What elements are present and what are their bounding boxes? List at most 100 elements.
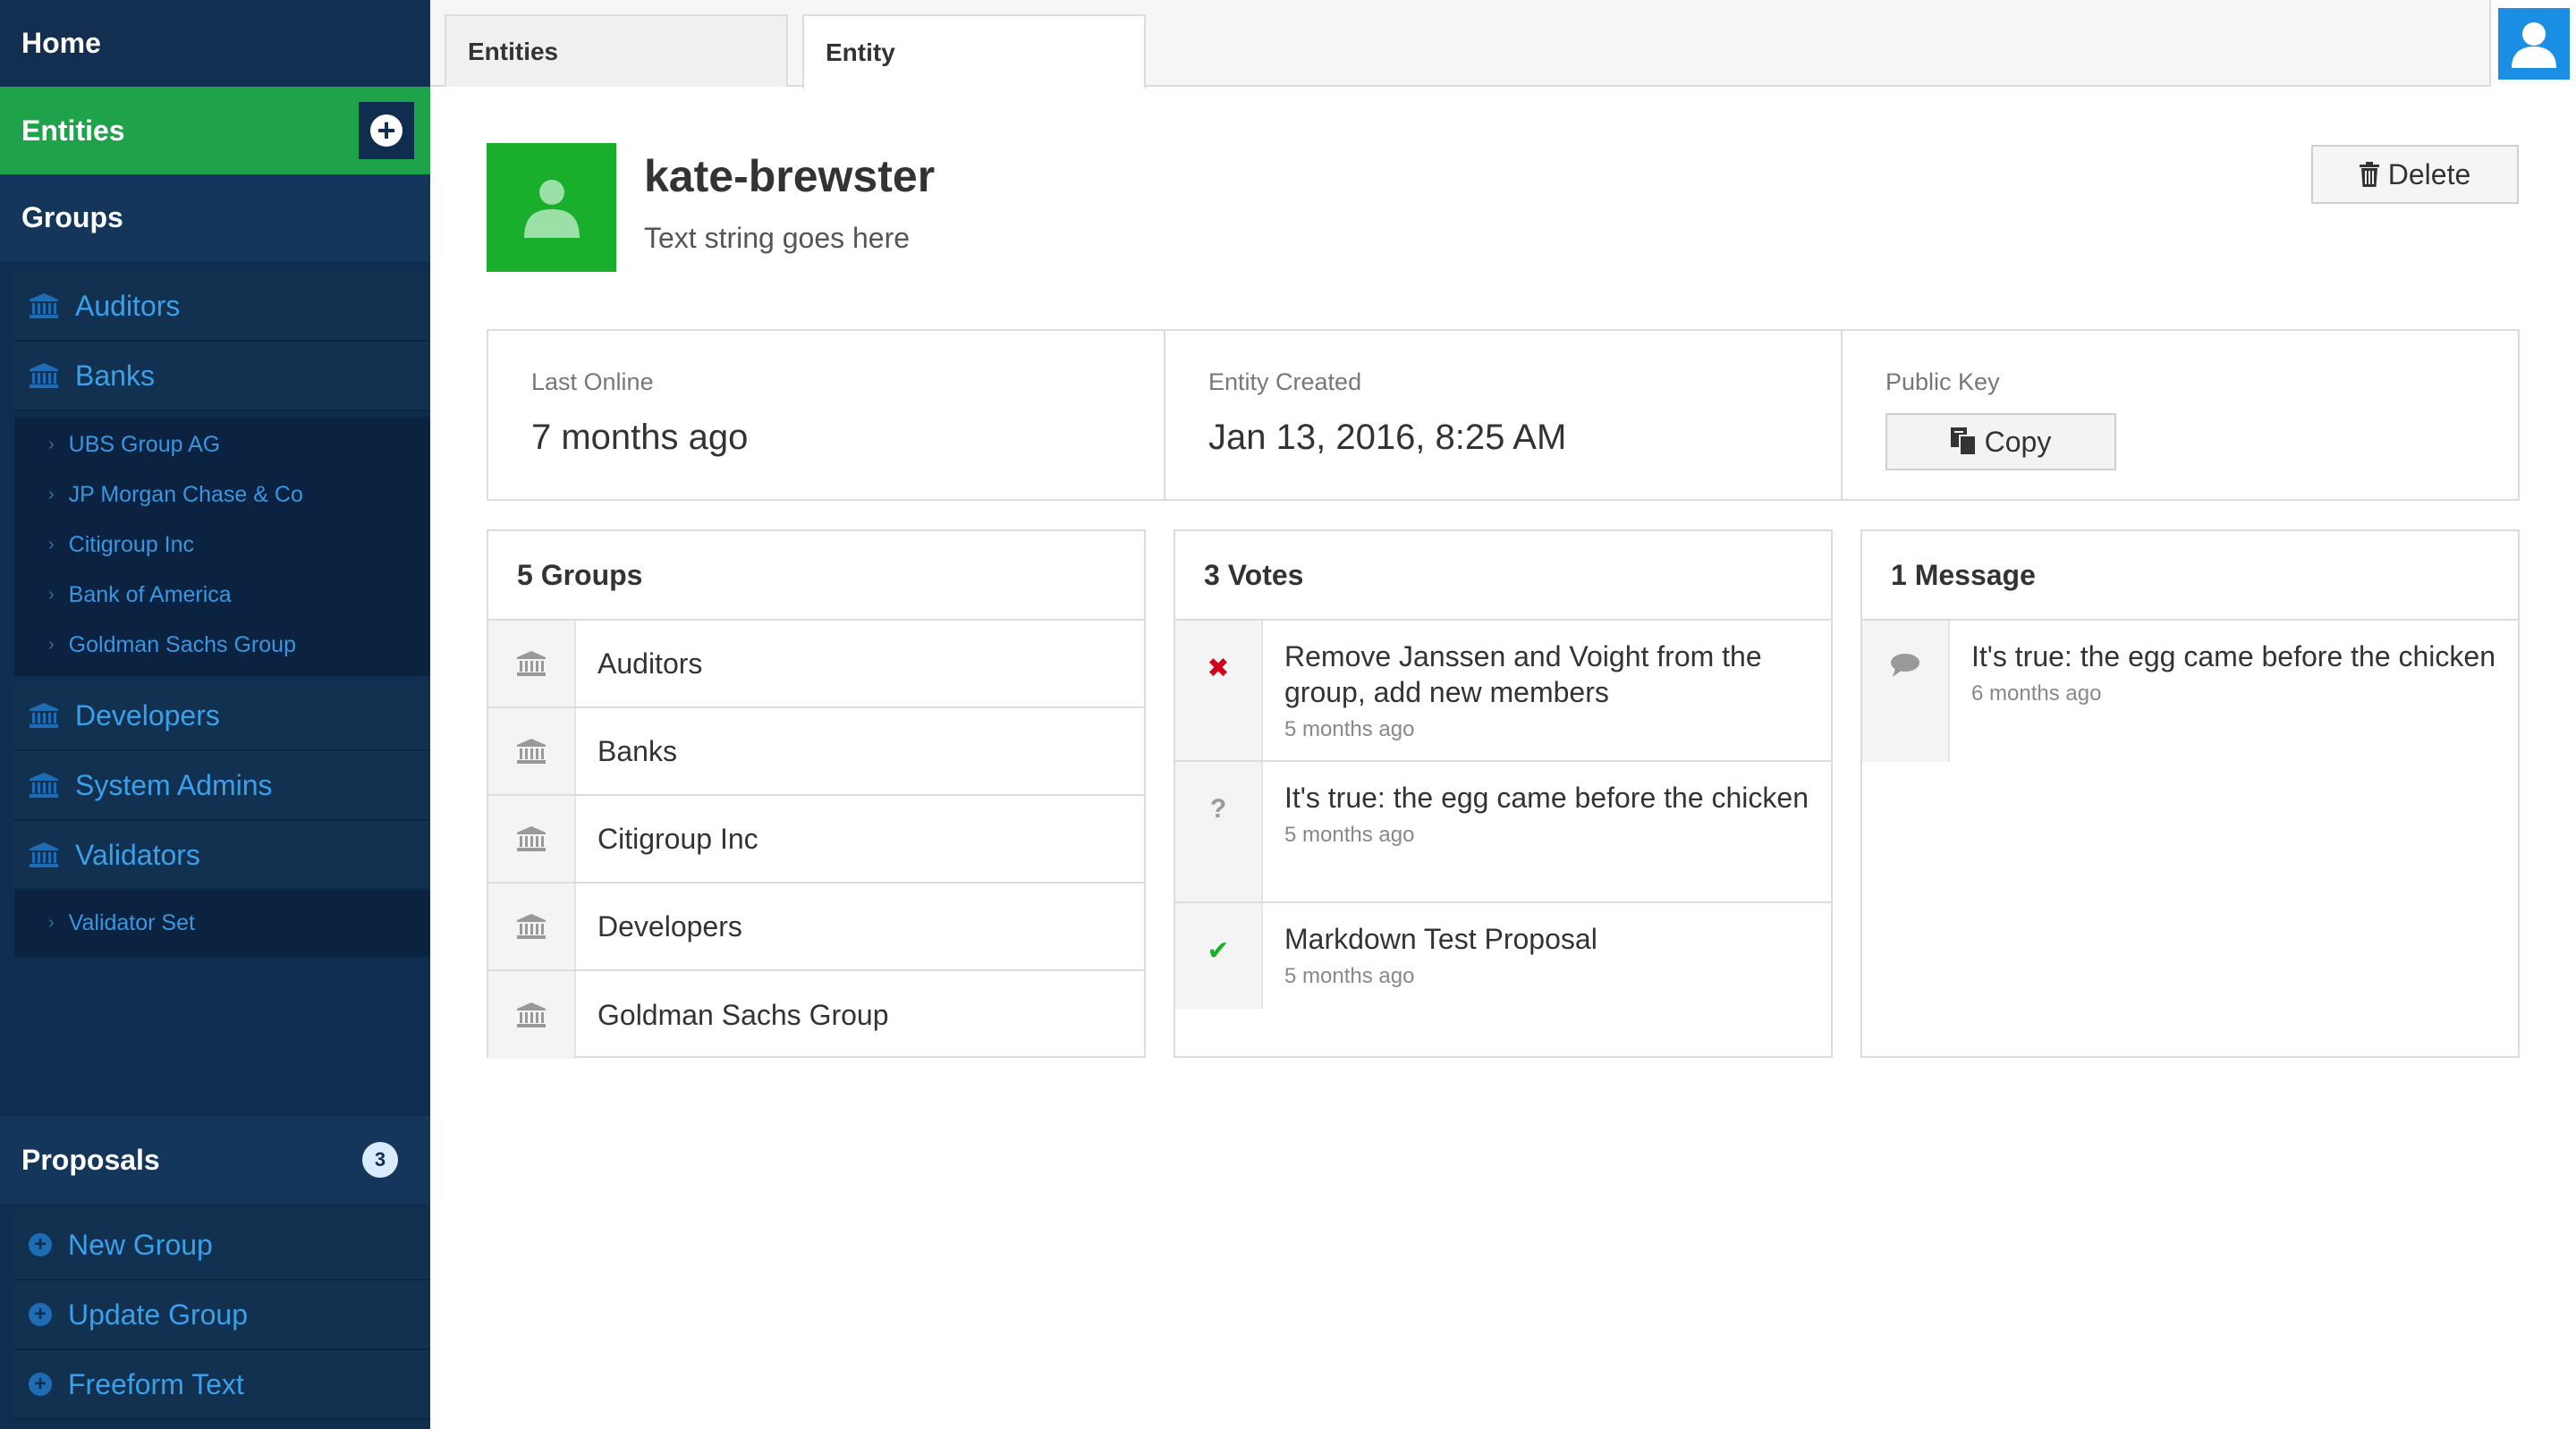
vote-row[interactable]: ✔ Markdown Test Proposal 5 months ago [1175, 903, 1831, 1009]
sidebar-item-label: System Admins [75, 768, 273, 801]
sidebar-item-developers[interactable]: Developers [14, 681, 430, 751]
speech-bubble-icon [1862, 621, 1950, 762]
sidebar-item-label: Developers [75, 698, 220, 731]
plus-circle-icon: + [29, 1303, 52, 1326]
sidebar-item-auditors[interactable]: Auditors [14, 272, 430, 342]
tab-bar: Entities Entity [430, 0, 2576, 89]
proposals-count-badge: 3 [362, 1142, 398, 1178]
user-icon [2497, 7, 2570, 80]
chevron-right-icon: › [48, 912, 55, 933]
vote-title: Markdown Test Proposal [1284, 923, 1597, 955]
bank-icon [29, 292, 59, 319]
trash-icon [2359, 162, 2379, 187]
messages-panel-title: 1 Message [1862, 531, 2518, 621]
sidebar-subitem[interactable]: › JP Morgan Chase & Co [14, 469, 430, 520]
sidebar-item-label: Auditors [75, 289, 181, 322]
message-body: It's true: the egg came before the chick… [1950, 621, 2518, 762]
copy-icon [1950, 427, 1977, 456]
sidebar-groups[interactable]: Groups [0, 174, 430, 261]
chevron-right-icon: › [48, 634, 55, 655]
sidebar-proposals[interactable]: Proposals 3 [0, 1116, 430, 1204]
tab-entity[interactable]: Entity [802, 14, 1146, 89]
group-row[interactable]: Banks [488, 708, 1144, 796]
groups-panel: 5 Groups Auditors Banks Citigroup Inc De… [487, 529, 1146, 1059]
sidebar-subitem-label: Citigroup Inc [68, 531, 195, 557]
message-row[interactable]: It's true: the egg came before the chick… [1862, 621, 2518, 762]
group-name: Goldman Sachs Group [597, 998, 889, 1031]
page-title: kate-brewster [644, 151, 936, 201]
sidebar-subitem-label: UBS Group AG [68, 431, 221, 457]
last-online-label: Last Online [531, 368, 654, 395]
sidebar-item-label: Validators [75, 838, 200, 871]
user-icon [523, 180, 580, 238]
sidebar-subitem[interactable]: › UBS Group AG [14, 419, 430, 469]
chevron-right-icon: › [48, 434, 55, 454]
group-row[interactable]: Goldman Sachs Group [488, 971, 1144, 1059]
groups-panel-title: 5 Groups [488, 531, 1144, 621]
bank-icon [29, 772, 59, 799]
page-subtitle: Text string goes here [644, 222, 911, 254]
sidebar-item-system-admins[interactable]: System Admins [14, 751, 430, 821]
sidebar-proposals-label: Proposals [21, 1143, 160, 1176]
group-row[interactable]: Developers [488, 884, 1144, 971]
plus-circle-icon: + [29, 1233, 52, 1256]
bank-icon [488, 621, 576, 706]
group-row[interactable]: Auditors [488, 621, 1144, 708]
vote-row[interactable]: ✖ Remove Janssen and Voight from the gro… [1175, 621, 1831, 762]
vote-row[interactable]: ? It's true: the egg came before the chi… [1175, 762, 1831, 903]
sidebar-subitem[interactable]: › Citigroup Inc [14, 520, 430, 570]
checkmark-icon: ✔ [1175, 903, 1263, 1009]
plus-circle-icon: + [370, 114, 402, 147]
sidebar-subitems-banks: › UBS Group AG › JP Morgan Chase & Co › Cit… [14, 417, 430, 676]
user-menu-button[interactable] [2489, 0, 2576, 87]
message-title: It's true: the egg came before the chick… [1971, 640, 2496, 672]
group-name: Auditors [597, 647, 703, 680]
sidebar-entities-label: Entities [21, 114, 125, 147]
last-online-cell: Last Online 7 months ago [488, 331, 1165, 499]
delete-button-label: Delete [2387, 157, 2471, 190]
chevron-right-icon: › [48, 534, 55, 554]
sidebar-item-update-group[interactable]: + Update Group [14, 1281, 430, 1350]
sidebar-item-freeform-text[interactable]: + Freeform Text [14, 1350, 430, 1420]
sidebar-home[interactable]: Home [0, 0, 430, 87]
rejected-x-icon: ✖ [1175, 621, 1263, 760]
vote-title: Remove Janssen and Voight from the group… [1284, 640, 1762, 708]
group-row[interactable]: Citigroup Inc [488, 796, 1144, 884]
chevron-right-icon: › [48, 584, 55, 605]
votes-panel-title: 3 Votes [1175, 531, 1831, 621]
vote-body: It's true: the egg came before the chick… [1263, 762, 1831, 901]
group-name: Banks [597, 734, 677, 767]
copy-public-key-button[interactable]: Copy [1885, 413, 2116, 470]
public-key-label: Public Key [1885, 368, 2000, 395]
sidebar-subitem[interactable]: › Goldman Sachs Group [14, 620, 430, 670]
group-name: Citigroup Inc [597, 822, 758, 855]
sidebar: Home Entities + Groups Auditors Banks › U… [0, 0, 430, 1429]
plus-circle-icon: + [29, 1373, 52, 1396]
bank-icon [488, 884, 576, 969]
vote-body: Remove Janssen and Voight from the group… [1263, 621, 1831, 760]
tab-label: Entities [468, 37, 559, 65]
sidebar-item-new-group[interactable]: + New Group [14, 1211, 430, 1281]
entity-info: Last Online 7 months ago Entity Created … [487, 329, 2520, 501]
entity-created-label: Entity Created [1208, 368, 1362, 395]
vote-time: 5 months ago [1284, 717, 1415, 741]
sidebar-entities[interactable]: Entities + [0, 87, 430, 174]
sidebar-item-label: Update Group [68, 1298, 249, 1331]
add-entity-button[interactable]: + [359, 102, 414, 159]
sidebar-item-banks[interactable]: Banks [14, 342, 430, 411]
bank-icon [29, 702, 59, 729]
sidebar-item-validators[interactable]: Validators [14, 821, 430, 891]
sidebar-item-label: Freeform Text [68, 1367, 244, 1400]
chevron-right-icon: › [48, 484, 55, 504]
sidebar-subitem[interactable]: › Validator Set [14, 898, 430, 948]
delete-button[interactable]: Delete [2311, 145, 2519, 204]
entity-avatar [487, 143, 616, 272]
vote-body: Markdown Test Proposal 5 months ago [1263, 903, 1831, 1009]
sidebar-subitem-label: JP Morgan Chase & Co [68, 481, 303, 507]
bank-icon [488, 708, 576, 794]
bank-icon [29, 362, 59, 389]
vote-title: It's true: the egg came before the chick… [1284, 782, 1809, 814]
bank-icon [29, 841, 59, 868]
sidebar-subitem[interactable]: › Bank of America [14, 570, 430, 620]
tab-entities[interactable]: Entities [445, 14, 788, 87]
